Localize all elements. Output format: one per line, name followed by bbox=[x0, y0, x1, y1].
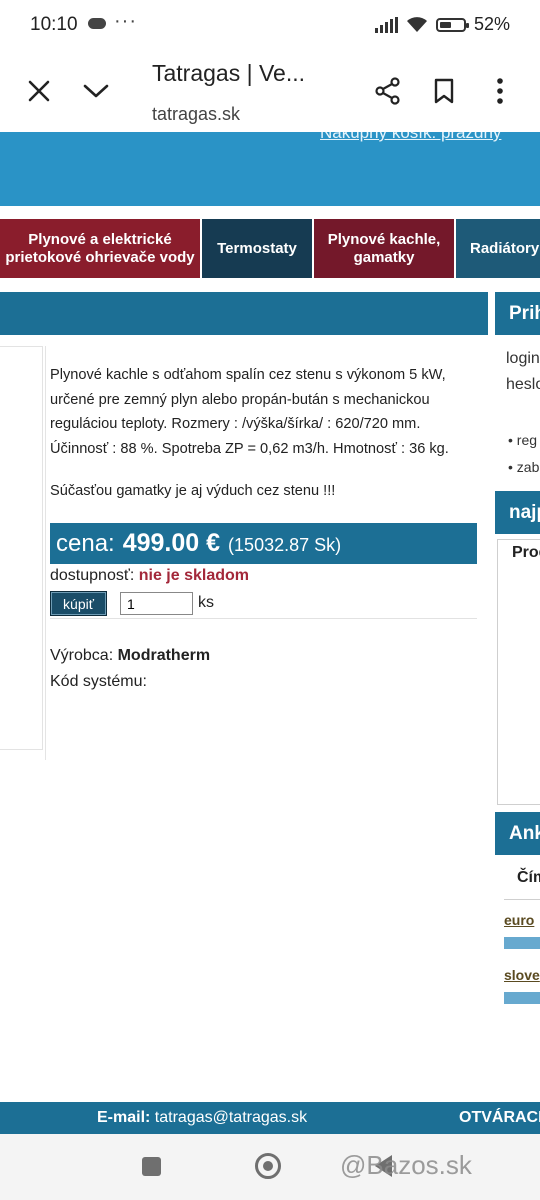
price-bar: cena: 499.00 € (15032.87 Sk) bbox=[50, 523, 477, 564]
cloud-icon bbox=[88, 18, 106, 29]
poll-bar-2 bbox=[504, 992, 540, 1004]
footer-hours: OTVÁRACI bbox=[459, 1109, 540, 1126]
forgot-password-link[interactable]: • zab bbox=[508, 459, 539, 475]
nav-item-gas-heaters[interactable]: Plynové kachle, gamatky bbox=[314, 219, 456, 278]
site-header: Nákupný košík: prázdny bbox=[0, 132, 540, 206]
manufacturer-label: Výrobca: bbox=[50, 647, 114, 664]
battery-level bbox=[439, 21, 452, 28]
status-indicators: 52% bbox=[374, 14, 510, 35]
battery-icon bbox=[435, 17, 469, 32]
home-icon[interactable] bbox=[255, 1153, 281, 1179]
status-bar: 10:10 ··· 52% bbox=[0, 0, 540, 52]
password-label: heslo bbox=[506, 376, 540, 393]
products-box bbox=[497, 539, 540, 805]
price-sk: (15032.87 Sk) bbox=[228, 535, 342, 555]
manufacturer: Výrobca: Modratherm bbox=[50, 647, 210, 665]
quantity-unit: ks bbox=[198, 594, 214, 611]
manufacturer-value: Modratherm bbox=[117, 647, 211, 664]
site-footer: E-mail: tatragas@tatragas.sk OTVÁRACI bbox=[0, 1102, 540, 1134]
poll-question: Čím bbox=[517, 869, 540, 886]
more-vert-icon[interactable] bbox=[478, 69, 522, 113]
poll-option-1[interactable]: euro bbox=[504, 912, 534, 928]
availability: dostupnosť: nie je skladom bbox=[50, 567, 249, 585]
system-code: Kód systému: bbox=[50, 673, 147, 691]
product-description: Plynové kachle s odťahom spalín cez sten… bbox=[50, 367, 449, 457]
login-label: login bbox=[506, 350, 540, 367]
search-title: najp bbox=[495, 491, 540, 534]
product-image bbox=[0, 346, 43, 750]
close-icon[interactable] bbox=[17, 69, 61, 113]
recents-icon[interactable] bbox=[142, 1157, 161, 1176]
poll-option-2[interactable]: slove bbox=[504, 967, 540, 983]
poll-title: Anke bbox=[495, 812, 540, 855]
login-title: Prih bbox=[495, 292, 540, 335]
page-title[interactable]: Tatragas | Ve... bbox=[152, 60, 352, 87]
system-code-label: Kód systému: bbox=[50, 673, 147, 690]
price-value: 499.00 € bbox=[122, 529, 221, 557]
footer-email: E-mail: tatragas@tatragas.sk bbox=[97, 1109, 307, 1127]
battery-percent: 52% bbox=[473, 14, 510, 34]
buy-button[interactable]: kúpiť bbox=[50, 591, 107, 616]
price-label: cena: bbox=[56, 530, 115, 557]
cart-link[interactable]: Nákupný košík: prázdny bbox=[320, 132, 501, 143]
poll-bar-1 bbox=[504, 937, 540, 949]
status-more-icon: ··· bbox=[114, 10, 137, 32]
poll-divider bbox=[504, 899, 540, 900]
column-divider bbox=[45, 346, 46, 760]
footer-email-value[interactable]: tatragas@tatragas.sk bbox=[155, 1109, 307, 1126]
signal-icon bbox=[374, 16, 398, 33]
availability-label: dostupnosť: bbox=[50, 567, 135, 584]
nav-item-radiators[interactable]: Radiátory bbox=[456, 219, 540, 278]
footer-email-label: E-mail: bbox=[97, 1109, 151, 1126]
nav-item-water-heaters[interactable]: Plynové a elektrické prietokové ohrievač… bbox=[0, 219, 202, 278]
register-link[interactable]: • reg bbox=[508, 432, 537, 448]
chevron-down-icon[interactable] bbox=[74, 69, 118, 113]
products-box-title: Prod bbox=[512, 544, 540, 561]
category-nav: Plynové a elektrické prietokové ohrievač… bbox=[0, 219, 540, 278]
availability-value: nie je skladom bbox=[138, 567, 249, 584]
product-title-bar bbox=[0, 292, 488, 335]
wifi-icon bbox=[406, 16, 427, 32]
bookmark-icon[interactable] bbox=[422, 69, 466, 113]
page-url[interactable]: tatragas.sk bbox=[152, 104, 240, 125]
quantity-input[interactable] bbox=[120, 592, 193, 615]
share-icon[interactable] bbox=[366, 69, 410, 113]
status-time: 10:10 bbox=[30, 14, 78, 35]
product-note: Súčasťou gamatky je aj výduch cez stenu … bbox=[50, 483, 336, 499]
divider bbox=[50, 618, 477, 619]
nav-item-thermostats[interactable]: Termostaty bbox=[202, 219, 314, 278]
watermark: @Bazos.sk bbox=[340, 1150, 472, 1180]
